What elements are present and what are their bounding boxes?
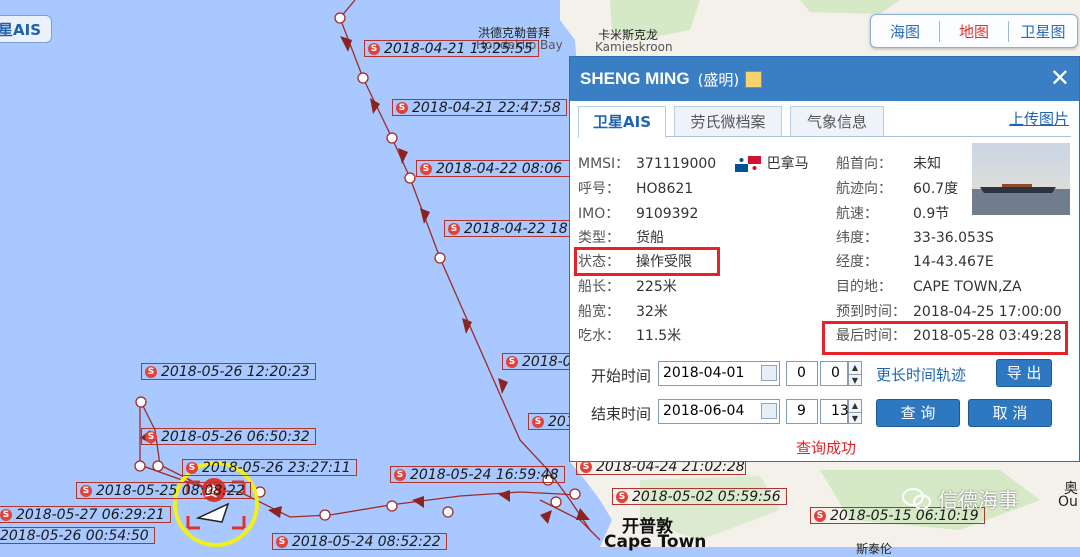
map-type-map[interactable]: 地图 — [940, 20, 1009, 42]
field-length: 船长： 225米 — [578, 279, 677, 295]
watermark-text: 信德海事 — [938, 488, 1018, 512]
cancel-button[interactable]: 取 消 — [968, 399, 1052, 427]
vessel-info-panel: SHENG MING (盛明) ✕ 卫星AIS 劳氏微档案 气象信息 上传图片 … — [569, 56, 1080, 462]
query-button[interactable]: 查 询 — [876, 399, 960, 427]
vessel-photo[interactable] — [972, 143, 1070, 215]
watermark: 信德海事 — [902, 484, 1018, 513]
longer-track-link[interactable]: 更长时间轨迹 — [876, 364, 966, 385]
field-destination: 目的地： CAPE TOWN,ZA — [836, 279, 1022, 295]
edit-icon[interactable] — [745, 70, 763, 88]
map-type-switcher: 海图 地图 卫星图 — [870, 14, 1078, 48]
track-label[interactable]: S 2018-04-22 18 — [444, 220, 572, 237]
map-type-satellite[interactable]: 卫星图 — [1009, 21, 1077, 42]
tab-lloyds-profile[interactable]: 劳氏微档案 — [674, 106, 782, 136]
field-callsign: 呼号： HO8621 — [578, 181, 694, 197]
track-label[interactable]: S 2018-04-21 13:25:55 — [364, 40, 539, 57]
upload-photo-link[interactable]: 上传图片 — [1009, 108, 1069, 129]
place-capetown-en: Cape Town — [604, 532, 707, 552]
status-highlight-box — [574, 247, 720, 276]
track-label[interactable]: S 2018-05-26 12:20:23 — [141, 363, 316, 380]
field-heading: 船首向： 未知 — [836, 156, 941, 172]
field-beam: 船宽： 32米 — [578, 304, 668, 320]
start-minute-spinner[interactable]: ▲ ▼ — [848, 361, 862, 386]
wechat-icon — [902, 487, 931, 509]
field-eta: 预到时间： 2018-04-25 17:00:00 — [836, 304, 1062, 320]
field-course: 航迹向： 60.7度 — [836, 181, 959, 197]
start-date-input[interactable]: 2018-04-01 — [658, 361, 780, 386]
track-label[interactable]: S 2018-05-26 23:27:11 — [182, 459, 357, 476]
start-time-label: 开始时间 — [591, 367, 652, 385]
place-kamieskroon-en: Kamieskroon — [595, 40, 673, 54]
export-button[interactable]: 导 出 — [996, 359, 1052, 387]
track-label[interactable]: S201 — [528, 413, 570, 430]
field-draught: 吃水： 11.5米 — [578, 328, 682, 344]
query-status: 查询成功 — [796, 439, 857, 457]
field-latitude: 纬度： 33-36.053S — [836, 230, 994, 246]
place-stellenbosch-cn: 斯泰伦 — [856, 542, 893, 556]
field-longitude: 经度： 14-43.467E — [836, 254, 994, 270]
vessel-name: SHENG MING — [580, 69, 690, 88]
panel-tabs: 卫星AIS 劳氏微档案 气象信息 上传图片 — [578, 104, 1071, 138]
tab-satellite-ais[interactable]: 卫星AIS — [578, 106, 666, 138]
ais-toggle-button[interactable]: 星AIS — [0, 15, 52, 43]
place-edge-en: Ou — [1058, 494, 1078, 510]
track-label[interactable]: S 2018-05-02 05:59:56 — [612, 488, 787, 505]
track-label[interactable]: S 2018-05-26 06:50:32 — [141, 428, 316, 445]
tab-weather[interactable]: 气象信息 — [790, 106, 884, 136]
track-label[interactable]: S 2018-05-25 08:08:22 — [76, 482, 251, 499]
end-time-label: 结束时间 — [591, 405, 652, 423]
track-label[interactable]: S 2018-05-24 16:59:48 — [390, 466, 565, 483]
close-icon[interactable]: ✕ — [1050, 66, 1070, 90]
track-label[interactable]: S 2018-05-27 06:29:21 — [0, 506, 171, 523]
calendar-icon[interactable] — [761, 403, 777, 419]
calendar-icon[interactable] — [761, 365, 777, 381]
field-speed: 航速： 0.9节 — [836, 206, 950, 222]
field-mmsi: MMSI： 371119000 巴拿马 — [578, 156, 809, 172]
map-type-chart[interactable]: 海图 — [871, 20, 940, 42]
panel-header: SHENG MING (盛明) ✕ — [570, 57, 1079, 101]
end-hour-input[interactable]: 9 — [786, 399, 818, 424]
track-label[interactable]: S 2018-05-24 08:52:22 — [272, 533, 447, 550]
end-minute-spinner[interactable]: ▲ ▼ — [848, 399, 862, 424]
start-minute-input[interactable]: 0 — [820, 361, 848, 386]
track-label[interactable]: S 2018-0 — [502, 353, 570, 370]
panama-flag-icon — [734, 156, 761, 172]
field-type: 类型： 货船 — [578, 230, 664, 246]
track-label[interactable]: S2018-05-26 00:54:50 — [0, 527, 155, 544]
track-label[interactable]: S 2018-04-22 08:06 — [416, 160, 572, 177]
end-date-input[interactable]: 2018-06-04 — [658, 399, 780, 424]
track-label[interactable]: S 2018-04-21 22:47:58 — [392, 99, 567, 116]
field-imo: IMO： 9109392 — [578, 206, 699, 222]
vessel-name-cn: (盛明) — [697, 70, 740, 89]
last-time-highlight-box — [822, 321, 1068, 355]
end-minute-input[interactable]: 13 — [820, 399, 849, 424]
start-hour-input[interactable]: 0 — [786, 361, 818, 386]
